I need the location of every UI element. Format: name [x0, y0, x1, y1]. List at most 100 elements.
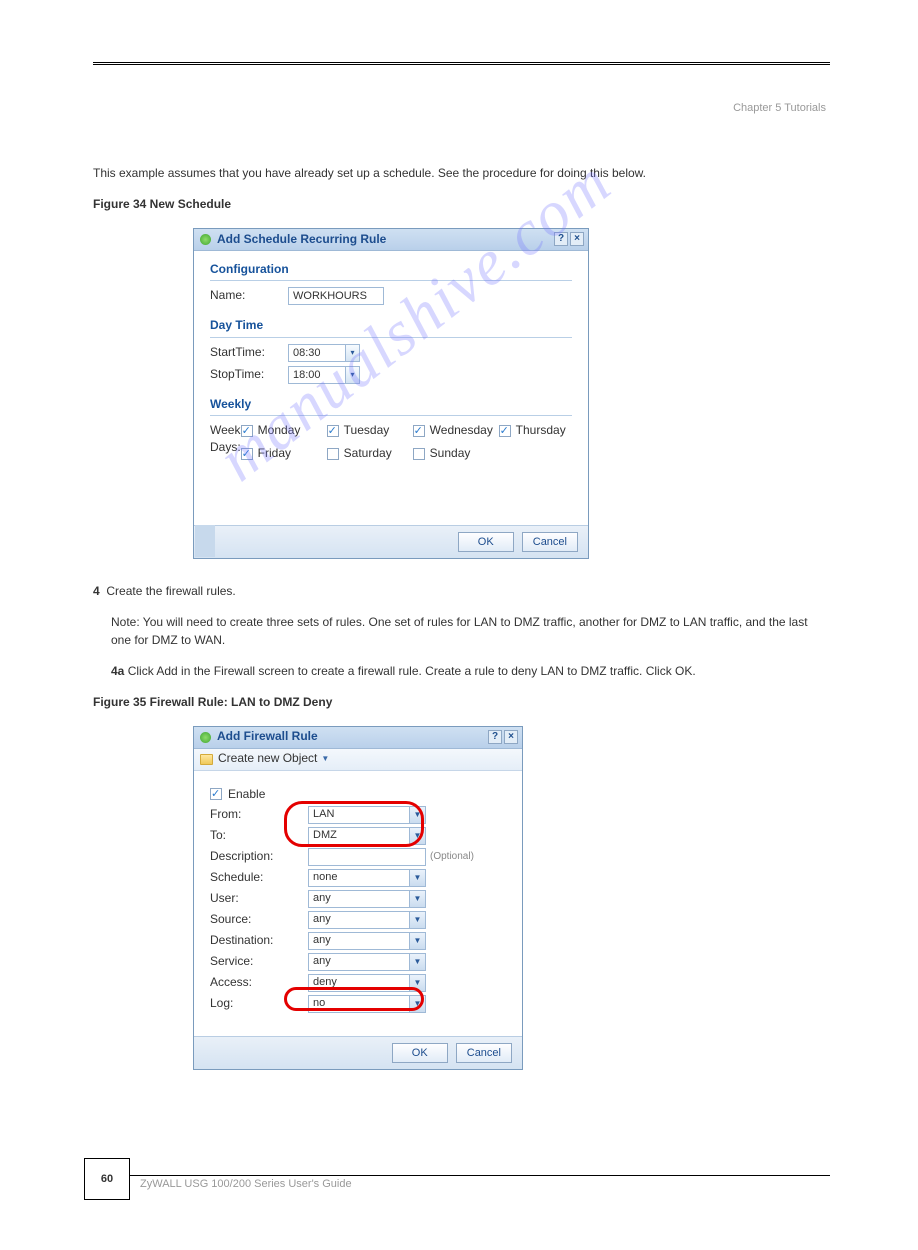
wednesday-label: Wednesday — [430, 422, 493, 439]
destination-select[interactable]: any▼ — [308, 932, 426, 950]
cancel-button[interactable]: Cancel — [456, 1043, 512, 1063]
from-value: LAN — [309, 807, 409, 823]
chevron-down-icon: ▼ — [409, 996, 425, 1012]
log-value: no — [309, 996, 409, 1012]
to-label: To: — [210, 827, 308, 844]
checkbox-tuesday[interactable]: Tuesday — [327, 422, 413, 439]
icon-globe — [200, 234, 211, 245]
chevron-down-icon: ▼ — [409, 807, 425, 823]
sunday-label: Sunday — [430, 445, 471, 462]
schedule-dialog: Add Schedule Recurring Rule ? × Configur… — [193, 228, 589, 559]
destination-value: any — [309, 933, 409, 949]
ok-button[interactable]: OK — [392, 1043, 448, 1063]
section-configuration: Configuration — [210, 261, 572, 281]
log-label: Log: — [210, 995, 308, 1012]
optional-hint: (Optional) — [430, 850, 474, 865]
firewall-dialog-title: Add Firewall Rule — [217, 728, 488, 745]
from-select[interactable]: LAN▼ — [308, 806, 426, 824]
weekdays-label: Week Days: — [210, 422, 241, 457]
checkbox-icon — [413, 425, 425, 437]
chevron-down-icon: ▼ — [409, 870, 425, 886]
to-value: DMZ — [309, 828, 409, 844]
schedule-select[interactable]: none▼ — [308, 869, 426, 887]
intro-paragraph: This example assumes that you have alrea… — [93, 165, 826, 182]
checkbox-thursday[interactable]: Thursday — [499, 422, 585, 439]
log-select[interactable]: no▼ — [308, 995, 426, 1013]
from-label: From: — [210, 806, 308, 823]
header-rule — [93, 62, 830, 65]
figure35-caption: Figure 35 Firewall Rule: LAN to DMZ Deny — [93, 694, 826, 711]
description-input[interactable] — [308, 848, 426, 866]
source-label: Source: — [210, 911, 308, 928]
create-object-menu[interactable]: Create new Object — [218, 750, 317, 767]
source-value: any — [309, 912, 409, 928]
footer-guide: ZyWALL USG 100/200 Series User's Guide — [140, 1178, 352, 1190]
access-select[interactable]: deny▼ — [308, 974, 426, 992]
header-chapter: Chapter 5 Tutorials — [733, 102, 826, 114]
help-button[interactable]: ? — [488, 730, 502, 744]
firewall-dialog-titlebar: Add Firewall Rule ? × — [194, 727, 522, 749]
section-daytime: Day Time — [210, 317, 572, 337]
stoptime-input[interactable] — [288, 366, 346, 384]
checkbox-wednesday[interactable]: Wednesday — [413, 422, 499, 439]
checkbox-icon — [241, 425, 253, 437]
description-label: Description: — [210, 848, 308, 865]
section-weekly: Weekly — [210, 396, 572, 416]
access-value: deny — [309, 975, 409, 991]
destination-label: Destination: — [210, 932, 308, 949]
checkbox-monday[interactable]: Monday — [241, 422, 327, 439]
starttime-input[interactable] — [288, 344, 346, 362]
schedule-dialog-titlebar: Add Schedule Recurring Rule ? × — [194, 229, 588, 251]
starttime-spinner[interactable]: ▾ — [346, 344, 360, 362]
firewall-toolbar: Create new Object ▼ — [194, 749, 522, 771]
icon-globe — [200, 732, 211, 743]
enable-checkbox[interactable] — [210, 788, 222, 800]
monday-label: Monday — [258, 422, 301, 439]
user-value: any — [309, 891, 409, 907]
checkbox-icon — [327, 448, 339, 460]
checkbox-icon — [413, 448, 425, 460]
user-select[interactable]: any▼ — [308, 890, 426, 908]
cancel-button[interactable]: Cancel — [522, 532, 578, 552]
service-select[interactable]: any▼ — [308, 953, 426, 971]
schedule-dialog-footer: OK Cancel — [194, 525, 588, 558]
access-label: Access: — [210, 974, 308, 991]
checkbox-saturday[interactable]: Saturday — [327, 445, 413, 462]
checkbox-icon — [499, 425, 511, 437]
source-select[interactable]: any▼ — [308, 911, 426, 929]
service-value: any — [309, 954, 409, 970]
stoptime-spinner[interactable]: ▾ — [346, 366, 360, 384]
checkbox-sunday[interactable]: Sunday — [413, 445, 499, 462]
checkbox-friday[interactable]: Friday — [241, 445, 327, 462]
thursday-label: Thursday — [516, 422, 566, 439]
tuesday-label: Tuesday — [344, 422, 390, 439]
firewall-dialog-footer: OK Cancel — [194, 1036, 522, 1069]
folder-icon — [200, 754, 213, 765]
schedule-label: Schedule: — [210, 869, 308, 886]
to-select[interactable]: DMZ▼ — [308, 827, 426, 845]
help-button[interactable]: ? — [554, 232, 568, 246]
firewall-dialog: Add Firewall Rule ? × Create new Object … — [193, 726, 523, 1070]
footer-side-panel — [195, 525, 215, 557]
friday-label: Friday — [258, 445, 291, 462]
step4-intro: Create the firewall rules. — [106, 584, 235, 598]
chevron-down-icon: ▼ — [409, 891, 425, 907]
close-button[interactable]: × — [570, 232, 584, 246]
chevron-down-icon: ▼ — [409, 975, 425, 991]
step4a-number: 4a — [111, 664, 124, 678]
step4-number: 4 — [93, 584, 100, 598]
chevron-down-icon: ▼ — [409, 828, 425, 844]
checkbox-icon — [327, 425, 339, 437]
schedule-value: none — [309, 870, 409, 886]
close-button[interactable]: × — [504, 730, 518, 744]
footer-rule — [130, 1175, 830, 1176]
user-label: User: — [210, 890, 308, 907]
saturday-label: Saturday — [344, 445, 392, 462]
chevron-down-icon: ▼ — [409, 954, 425, 970]
enable-label: Enable — [228, 786, 265, 803]
ok-button[interactable]: OK — [458, 532, 514, 552]
page-number: 60 — [84, 1158, 130, 1200]
name-input[interactable] — [288, 287, 384, 305]
schedule-dialog-title: Add Schedule Recurring Rule — [217, 231, 554, 248]
chevron-down-icon: ▼ — [409, 912, 425, 928]
